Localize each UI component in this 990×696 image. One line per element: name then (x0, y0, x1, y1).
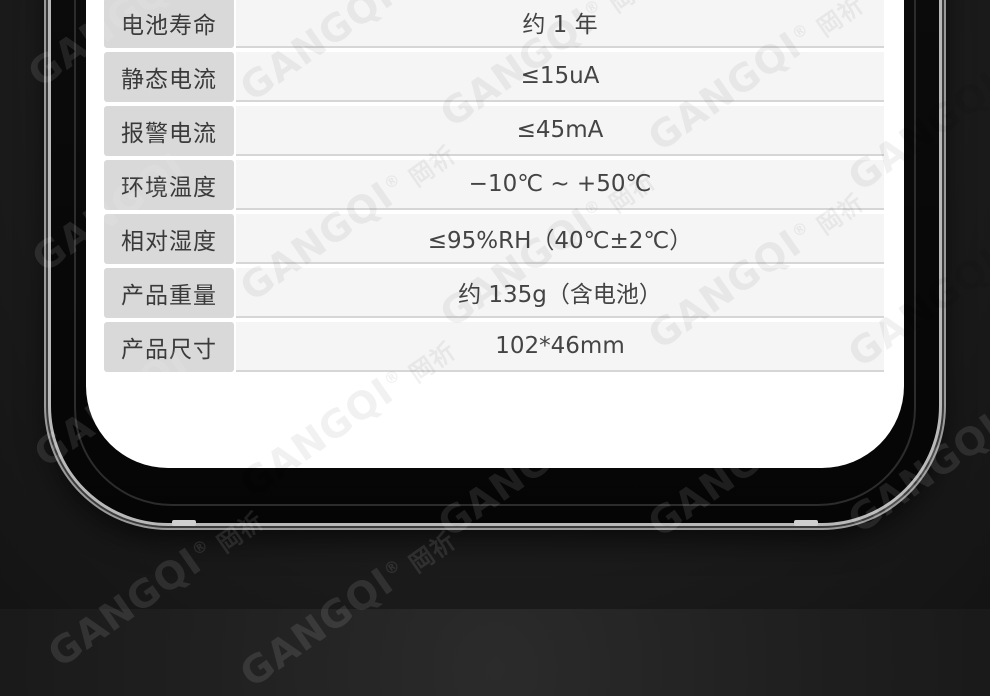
spec-value: 约 1 年 (236, 0, 884, 48)
spec-row-ambient-temperature: 环境温度 −10℃ ~ +50℃ (104, 160, 884, 210)
spec-label: 产品尺寸 (104, 322, 234, 372)
spec-row-alarm-current: 报警电流 ≤45mA (104, 106, 884, 156)
spec-table: 电池寿命 约 1 年 静态电流 ≤15uA 报警电流 ≤45mA 环境温度 −1… (104, 0, 884, 376)
phone-antenna-line-right (794, 520, 818, 526)
spec-value: 102*46mm (236, 322, 884, 372)
spec-value: ≤15uA (236, 52, 884, 102)
spec-row-relative-humidity: 相对湿度 ≤95%RH（40℃±2℃） (104, 214, 884, 264)
spec-label: 产品重量 (104, 268, 234, 318)
phone-screen: 电池寿命 约 1 年 静态电流 ≤15uA 报警电流 ≤45mA 环境温度 −1… (86, 0, 904, 468)
spec-label: 相对湿度 (104, 214, 234, 264)
spec-label: 报警电流 (104, 106, 234, 156)
spec-row-product-weight: 产品重量 约 135g（含电池） (104, 268, 884, 318)
spec-value: ≤95%RH（40℃±2℃） (236, 214, 884, 264)
phone-antenna-line-left (172, 520, 196, 526)
spec-row-battery-life: 电池寿命 约 1 年 (104, 0, 884, 48)
spec-value: ≤45mA (236, 106, 884, 156)
spec-label: 静态电流 (104, 52, 234, 102)
spec-label: 环境温度 (104, 160, 234, 210)
spec-label: 电池寿命 (104, 0, 234, 48)
watermark: GANGQI®岡祈 (232, 526, 462, 696)
spec-value: −10℃ ~ +50℃ (236, 160, 884, 210)
spec-value: 约 135g（含电池） (236, 268, 884, 318)
spec-row-static-current: 静态电流 ≤15uA (104, 52, 884, 102)
spec-row-product-size: 产品尺寸 102*46mm (104, 322, 884, 372)
